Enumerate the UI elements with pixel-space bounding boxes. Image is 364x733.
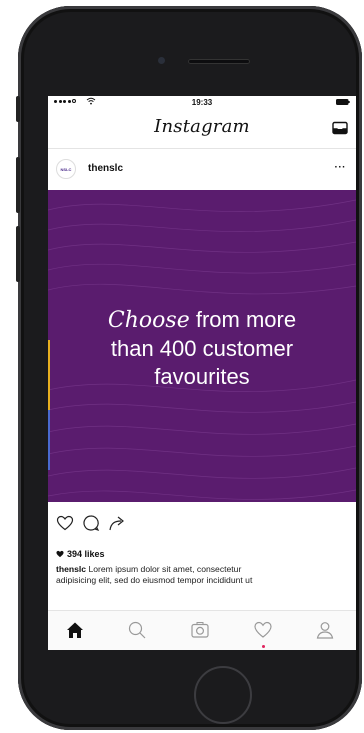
caption-username[interactable]: thenslc — [56, 564, 86, 574]
phone-screen: 19:33 Instagram NSLC thenslc ··· Choose … — [48, 96, 356, 650]
post-username[interactable]: thenslc — [88, 163, 123, 174]
caption-line1: Lorem ipsum dolor sit amet, consectetur — [86, 564, 242, 574]
post-text-line2: than 400 customer — [110, 336, 294, 361]
front-camera — [158, 57, 165, 64]
activity-heart-icon[interactable] — [252, 619, 274, 641]
post-caption: thenslc Lorem ipsum dolor sit amet, cons… — [56, 564, 352, 585]
earpiece-speaker — [188, 59, 250, 64]
more-options-icon[interactable]: ··· — [335, 162, 347, 173]
post-action-bar — [48, 504, 356, 540]
inbox-icon[interactable] — [332, 121, 348, 135]
post-image[interactable]: Choose from more than 400 customer favou… — [48, 190, 356, 502]
likes-count[interactable]: 394 likes — [56, 549, 105, 559]
post-text-line3: favourites — [154, 364, 250, 389]
notification-dot — [262, 645, 265, 648]
likes-heart-icon — [56, 550, 64, 558]
post-text-line1: from more — [189, 307, 297, 332]
status-bar: 19:33 — [48, 96, 356, 110]
profile-icon[interactable] — [314, 619, 336, 641]
home-button[interactable] — [194, 666, 252, 724]
post-image-text: Choose from more than 400 customer favou… — [48, 306, 356, 391]
mute-switch — [16, 96, 20, 122]
comment-icon[interactable] — [82, 514, 100, 532]
app-header: Instagram — [48, 110, 356, 149]
accent-stripe-blue — [48, 410, 50, 470]
post-header: NSLC thenslc ··· — [48, 149, 356, 189]
bottom-nav — [48, 610, 356, 650]
instagram-logo: Instagram — [154, 116, 250, 137]
likes-label: 394 likes — [67, 549, 105, 559]
home-icon[interactable] — [64, 619, 86, 641]
post-text-italic: Choose — [107, 308, 190, 333]
volume-up-button — [16, 157, 20, 213]
search-icon[interactable] — [126, 619, 148, 641]
caption-line2: adipisicing elit, sed do eiusmod tempor … — [56, 574, 253, 585]
battery-icon — [336, 99, 350, 105]
heart-icon[interactable] — [56, 514, 74, 532]
share-icon[interactable] — [108, 514, 126, 532]
avatar[interactable]: NSLC — [56, 159, 76, 179]
volume-down-button — [16, 226, 20, 282]
status-time: 19:33 — [191, 98, 213, 107]
camera-icon[interactable] — [189, 619, 211, 641]
